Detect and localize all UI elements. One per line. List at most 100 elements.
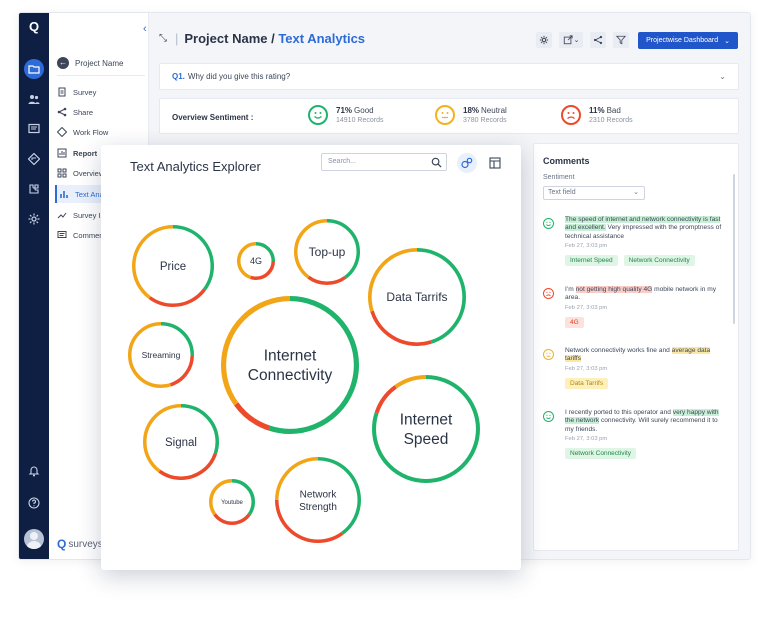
- question-selector[interactable]: Q1. Why did you give this rating? ⌄: [159, 63, 739, 90]
- user-avatar[interactable]: [24, 529, 44, 549]
- comment-icon: [57, 231, 67, 238]
- dashboard-button-label: Projectwise Dashboard: [646, 37, 719, 44]
- comment-item[interactable]: I’m not getting high quality 4G mobile n…: [543, 286, 733, 328]
- help-icon[interactable]: [24, 493, 44, 513]
- folder-icon[interactable]: [24, 59, 44, 79]
- neutral-face-icon: [435, 105, 455, 125]
- workflow-icon: [57, 127, 67, 137]
- comment-fragment: I’m: [565, 286, 576, 293]
- good-face-icon: [543, 218, 554, 229]
- bubble-label: Price: [160, 261, 186, 273]
- filter-button[interactable]: [613, 32, 629, 48]
- trend-icon: [57, 212, 67, 219]
- happy-face-icon: [308, 105, 328, 125]
- sidebar-item-survey[interactable]: Survey: [57, 83, 145, 101]
- topic-tag[interactable]: 4G: [565, 316, 584, 328]
- sentiment-neutral: 18% Neutral 3780 Records: [435, 105, 507, 125]
- sidebar-item-share[interactable]: Share: [57, 103, 145, 121]
- topic-bubble[interactable]: Internet Connectivity: [220, 296, 359, 434]
- highlighted-phrase: not getting high quality 4G: [575, 286, 653, 293]
- comments-scrollbar[interactable]: [733, 174, 735, 324]
- bad-percentage: 11%: [589, 106, 605, 115]
- comment-tags: Data Tarrifs: [565, 377, 733, 389]
- topic-bubble[interactable]: Top-up: [294, 219, 360, 285]
- comment-item[interactable]: I recently ported to this operator and v…: [543, 409, 733, 460]
- sentiment-filter-select[interactable]: Text field ⌄: [543, 186, 645, 200]
- bubble-label: Network Strength: [299, 489, 337, 513]
- topic-bubble[interactable]: Streaming: [128, 322, 194, 388]
- users-icon[interactable]: [24, 89, 44, 109]
- bad-face-icon: [543, 288, 554, 299]
- integrations-icon[interactable]: [24, 179, 44, 199]
- settings-button[interactable]: [536, 32, 552, 48]
- comments-panel: Comments Sentiment Text field ⌄ The spee…: [533, 143, 739, 551]
- project-back-link[interactable]: ← Project Name: [57, 57, 123, 69]
- sidebar-item-label: Overview: [73, 168, 105, 178]
- sentiment-filter-value: Text field: [548, 189, 576, 196]
- comment-item[interactable]: The speed of internet and network connec…: [543, 216, 733, 267]
- report-icon: [57, 148, 67, 158]
- projectwise-dashboard-dropdown[interactable]: Projectwise Dashboard ⌄: [638, 32, 738, 49]
- neutral-face-icon: [543, 349, 554, 360]
- neutral-percentage: 18%: [463, 106, 480, 115]
- comment-date: Feb 27, 3:03 pm: [565, 365, 608, 372]
- neutral-records: 3780 Records: [463, 117, 507, 124]
- breadcrumb-project[interactable]: Project Name: [184, 31, 267, 46]
- text-analytics-explorer: Text Analytics Explorer Search... Price 4…: [101, 145, 521, 570]
- bubble-label: Streaming: [142, 350, 181, 360]
- export-button[interactable]: ⌄: [559, 32, 583, 48]
- icon-rail: Q: [19, 13, 49, 559]
- comment-text: The speed of internet and network connec…: [565, 216, 725, 241]
- share-icon: [593, 35, 603, 45]
- question-number: Q1.: [172, 72, 185, 81]
- sidebar-item-label: Work Flow: [73, 127, 109, 137]
- chevron-down-icon: ⌄: [719, 72, 726, 81]
- topic-bubble[interactable]: Network Strength: [275, 457, 361, 543]
- chevron-down-icon: ⌄: [633, 189, 639, 196]
- topic-tag[interactable]: Internet Speed: [565, 255, 618, 267]
- topic-bubble[interactable]: Internet Speed: [371, 375, 480, 484]
- sidebar-item-workflow[interactable]: Work Flow: [57, 123, 145, 141]
- expand-icon[interactable]: ⤡: [159, 33, 167, 44]
- good-records: 14910 Records: [336, 117, 384, 124]
- bad-records: 2310 Records: [589, 117, 633, 124]
- notification-bell-icon[interactable]: [24, 461, 44, 481]
- project-name-label: Project Name: [75, 58, 124, 68]
- comment-date: Feb 27, 3:03 pm: [565, 243, 608, 250]
- good-label: Good: [354, 106, 374, 115]
- comment-tags: 4G: [565, 316, 733, 328]
- share-button[interactable]: [590, 32, 606, 48]
- collapse-sidebar-icon[interactable]: ‹: [143, 23, 147, 35]
- topic-bubble[interactable]: Signal: [143, 404, 219, 480]
- comment-date: Feb 27, 3:03 pm: [565, 304, 608, 311]
- topic-bubble-chart: Price 4G Top-up Data Tarrifs Streaming Intern…: [128, 219, 480, 543]
- comment-fragment: Network connectivity works fine and: [565, 347, 672, 354]
- sidebar-item-label: Share: [73, 107, 94, 117]
- neutral-label: Neutral: [481, 106, 507, 115]
- topic-tag[interactable]: Network Connectivity: [565, 448, 637, 460]
- topic-tag[interactable]: Network Connectivity: [623, 255, 695, 267]
- comment-text: Network connectivity works fine and aver…: [565, 347, 725, 364]
- topic-bubble[interactable]: 4G: [237, 242, 275, 280]
- comment-fragment: I recently ported to this operator and: [565, 409, 673, 416]
- sentiment-filter-label: Sentiment: [543, 174, 575, 181]
- bad-label: Bad: [606, 106, 621, 115]
- good-face-icon: [543, 411, 554, 422]
- topic-bubble[interactable]: Price: [132, 225, 214, 307]
- bubble-label: Data Tarrifs: [386, 290, 447, 304]
- topic-bubble[interactable]: Data Tarrifs: [368, 248, 466, 347]
- breadcrumb-page: Text Analytics: [278, 31, 366, 46]
- bar-chart-icon: [60, 191, 68, 198]
- back-arrow-icon[interactable]: ←: [57, 57, 69, 69]
- overview-sentiment-label: Overview Sentiment :: [172, 113, 254, 122]
- sentiment-bad: 11% Bad 2310 Records: [561, 105, 633, 125]
- message-icon[interactable]: [24, 119, 44, 139]
- topic-bubble[interactable]: Youtube: [209, 479, 255, 525]
- grid-icon: [57, 168, 67, 178]
- sidebar-item-label: Survey: [73, 87, 97, 97]
- comment-date: Feb 27, 3:03 pm: [565, 436, 608, 443]
- comment-item[interactable]: Network connectivity works fine and aver…: [543, 347, 733, 389]
- settings-gear-icon[interactable]: [24, 209, 44, 229]
- topic-tag[interactable]: Data Tarrifs: [565, 377, 609, 389]
- routing-icon[interactable]: [24, 149, 44, 169]
